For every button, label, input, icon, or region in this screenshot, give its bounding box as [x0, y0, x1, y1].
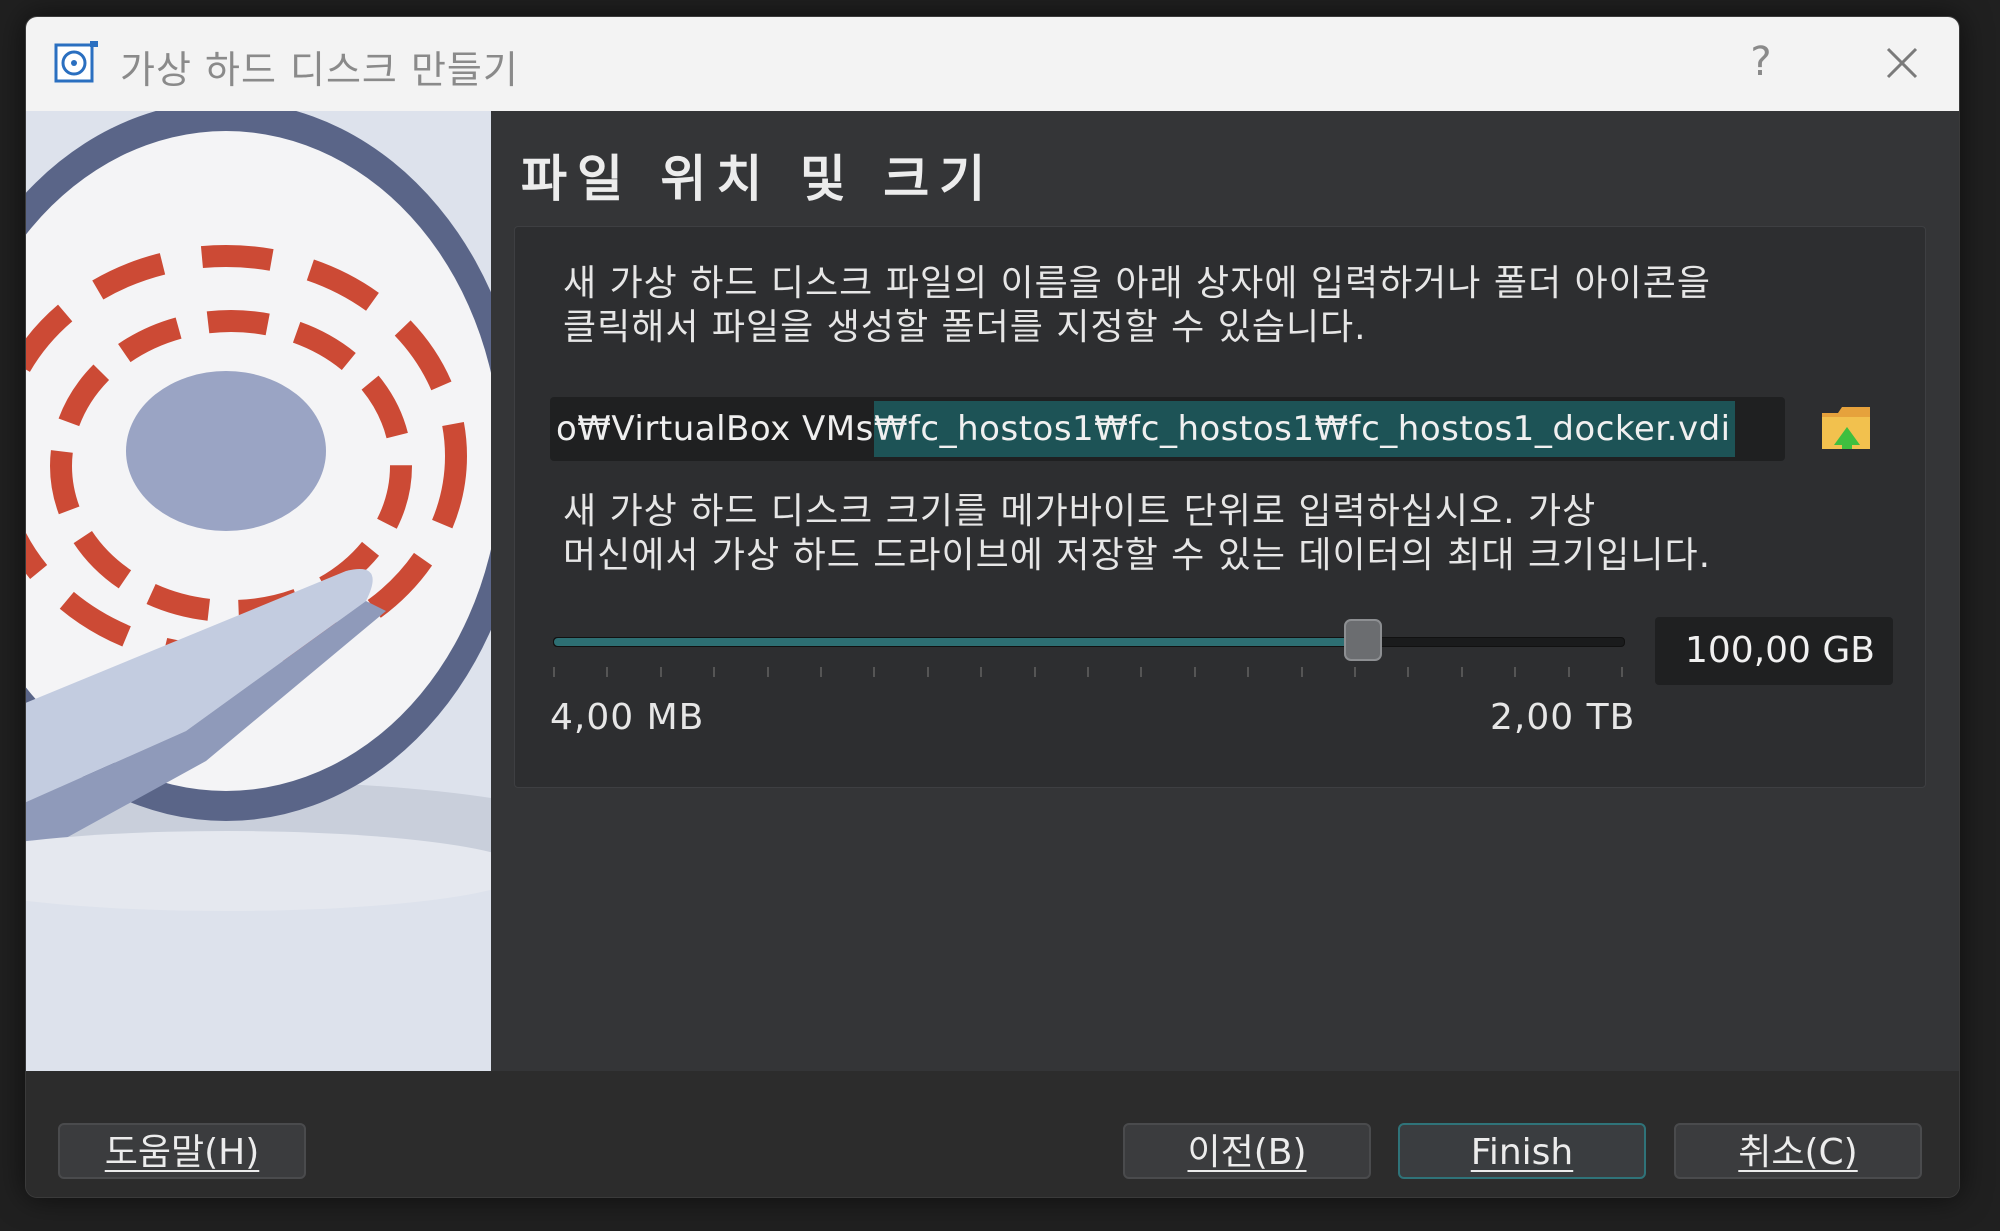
slider-tick — [767, 667, 769, 677]
file-path-selection: ₩fc_hostos1₩fc_hostos1₩fc_hostos1_docker… — [873, 401, 1735, 457]
finish-button[interactable]: Finish — [1398, 1123, 1646, 1179]
location-size-group: 새 가상 하드 디스크 파일의 이름을 아래 상자에 입력하거나 폴더 아이콘을… — [514, 226, 1926, 788]
close-icon[interactable] — [1866, 35, 1936, 91]
slider-tick — [820, 667, 822, 677]
back-button[interactable]: 이전(B) — [1123, 1123, 1371, 1179]
help-titlebar-button[interactable]: ? — [1726, 37, 1796, 87]
slider-tick — [1514, 667, 1516, 677]
slider-tick — [1407, 667, 1409, 677]
slider-tick — [553, 667, 555, 677]
size-description-line1: 새 가상 하드 디스크 크기를 메가바이트 단위로 입력하십시오. 가상 — [563, 491, 1597, 532]
slider-tick — [1354, 667, 1356, 677]
slider-tick — [1568, 667, 1570, 677]
cancel-button[interactable]: 취소(C) — [1674, 1123, 1922, 1179]
slider-tick — [927, 667, 929, 677]
size-min-label: 4,00 MB — [550, 697, 705, 738]
location-description-line1: 새 가상 하드 디스크 파일의 이름을 아래 상자에 입력하거나 폴더 아이콘을 — [563, 263, 1712, 304]
slider-tick — [713, 667, 715, 677]
slider-tick — [1247, 667, 1249, 677]
hard-disk-illustration — [26, 111, 491, 1071]
slider-tick — [873, 667, 875, 677]
wizard-page: 파일 위치 및 크기 새 가상 하드 디스크 파일의 이름을 아래 상자에 입력… — [491, 111, 1959, 1071]
slider-tick — [1194, 667, 1196, 677]
virtual-disk-app-icon — [54, 41, 98, 83]
slider-tick — [1034, 667, 1036, 677]
button-bar: 도움말(H) 이전(B) Finish 취소(C) — [26, 1071, 1959, 1197]
size-slider-fill — [554, 638, 1362, 646]
wizard-banner-image — [26, 111, 491, 1071]
slider-tick — [1140, 667, 1142, 677]
size-max-label: 2,00 TB — [1490, 697, 1636, 738]
size-slider-handle[interactable] — [1344, 619, 1382, 661]
size-slider-ticks — [553, 667, 1623, 679]
size-input[interactable]: 100,00 GB — [1655, 617, 1893, 685]
slider-tick — [1461, 667, 1463, 677]
slider-tick — [1301, 667, 1303, 677]
create-virtual-disk-dialog: 가상 하드 디스크 만들기 ? 파일 위치 및 크기 새 가상 하드 디스크 파… — [25, 16, 1960, 1198]
folder-icon[interactable] — [1818, 399, 1876, 457]
size-description-line2: 머신에서 가상 하드 드라이브에 저장할 수 있는 데이터의 최대 크기입니다. — [563, 535, 1712, 576]
slider-tick — [980, 667, 982, 677]
help-button[interactable]: 도움말(H) — [58, 1123, 306, 1179]
file-path-input[interactable]: o₩VirtualBox VMs ₩fc_hostos1₩fc_hostos1₩f… — [550, 397, 1785, 461]
slider-tick — [1621, 667, 1623, 677]
slider-tick — [660, 667, 662, 677]
slider-tick — [1087, 667, 1089, 677]
slider-tick — [606, 667, 608, 677]
location-description-line2: 클릭해서 파일을 생성할 폴더를 지정할 수 있습니다. — [563, 307, 1367, 348]
title-bar: 가상 하드 디스크 만들기 ? — [26, 17, 1959, 111]
page-title: 파일 위치 및 크기 — [521, 150, 996, 208]
file-path-prefix: o₩VirtualBox VMs — [556, 409, 874, 449]
size-slider-track[interactable] — [553, 637, 1625, 647]
window-title: 가상 하드 디스크 만들기 — [120, 48, 519, 92]
